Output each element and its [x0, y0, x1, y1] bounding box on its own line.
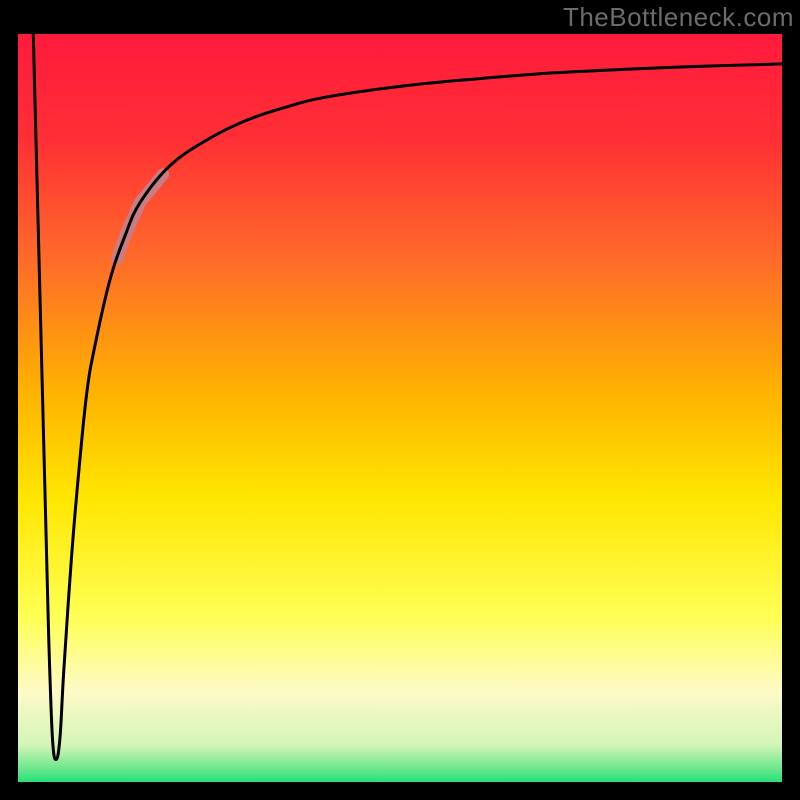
bottleneck-chart — [0, 0, 800, 800]
chart-plot-area — [18, 34, 782, 782]
chart-container: TheBottleneck.com — [0, 0, 800, 800]
watermark-text: TheBottleneck.com — [563, 2, 794, 33]
